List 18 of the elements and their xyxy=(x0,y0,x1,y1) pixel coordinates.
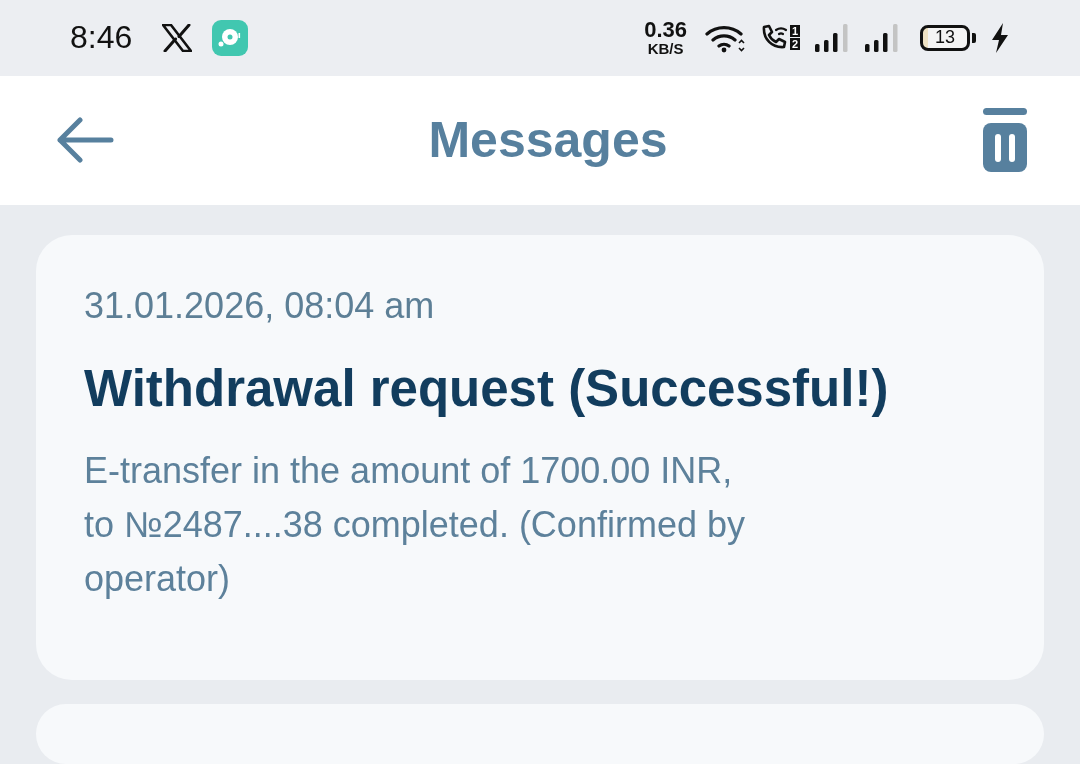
clock: 8:46 xyxy=(70,19,133,57)
charging-icon xyxy=(990,21,1010,54)
signal-icon xyxy=(814,22,850,53)
battery-level: 13 xyxy=(935,27,955,49)
message-date: 31.01.2026, 08:04 am xyxy=(84,285,436,327)
message-body: E-transfer in the amount of 1700.00 INR, to №2487....38 completed. (Confirmed by operator) xyxy=(84,449,746,601)
sim-label: 2 xyxy=(790,38,800,51)
signal-icon xyxy=(864,22,900,53)
music-app-icon xyxy=(212,19,249,56)
trash-icon xyxy=(982,108,1028,173)
network-speed-value: 0.36 xyxy=(644,19,687,42)
message-title: Withdrawal request (Successful!) xyxy=(84,359,890,418)
network-speed-unit: KB/S xyxy=(647,41,684,57)
x-logo-icon xyxy=(162,23,193,52)
message-card[interactable]: 31.01.2026, 08:04 am Withdrawal request (Successful!) E-transfer in the amount of 1700.00 INR, to №2487....38 completed. (Confirmed by operator) xyxy=(36,235,1044,680)
page-title: Messages xyxy=(428,111,668,170)
back-arrow-icon xyxy=(56,117,114,164)
sim-label: 1 xyxy=(790,25,800,38)
